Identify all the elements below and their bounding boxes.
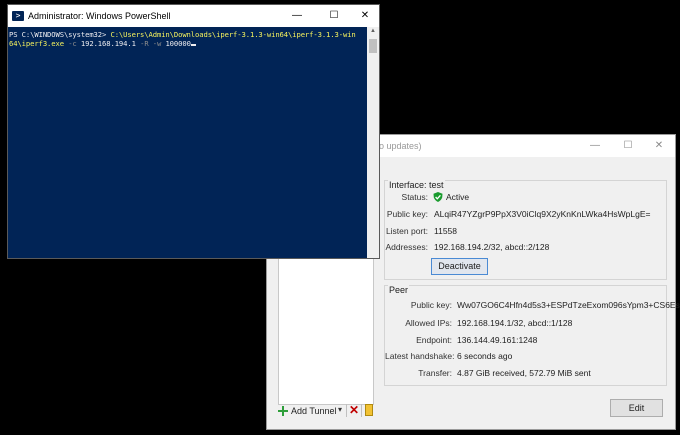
tunnel-list[interactable]: [278, 255, 374, 405]
edit-button[interactable]: Edit: [610, 399, 663, 417]
console-scrollbar[interactable]: ▲: [367, 27, 379, 258]
wireguard-title: no updates): [374, 141, 422, 151]
handshake-label: Latest handshake:: [385, 351, 455, 361]
status-label: Status:: [401, 192, 428, 202]
maximize-button[interactable]: ☐: [319, 7, 349, 25]
peer-group: Peer Public key: Ww07GO6C4Hfn4d5s3+ESPdT…: [384, 285, 680, 386]
addresses-label: Addresses:: [385, 242, 428, 252]
peer-group-title: Peer: [388, 285, 410, 295]
console-line: 64\iperf3.exe -c 192.168.194.1 -R -w 100…: [9, 39, 196, 48]
peer-public-key-label: Public key:: [410, 300, 452, 310]
endpoint-label: Endpoint:: [416, 335, 452, 345]
add-tunnel-button[interactable]: Add Tunnel: [278, 404, 337, 418]
scroll-up-icon[interactable]: ▲: [369, 28, 377, 34]
maximize-button[interactable]: ☐: [613, 137, 643, 155]
close-button[interactable]: ✕: [644, 137, 674, 155]
add-tunnel-icon: [278, 406, 288, 416]
endpoint-value: 136.144.49.161:1248: [457, 335, 538, 345]
interface-group: Interface: test Status: Active Public ke…: [384, 180, 667, 280]
addresses-value: 192.168.194.2/32, abcd::2/128: [434, 242, 550, 252]
scrollbar-thumb[interactable]: [369, 39, 377, 53]
minimize-button[interactable]: —: [580, 137, 610, 155]
transfer-value: 4.87 GiB received, 572.79 MiB sent: [457, 368, 591, 378]
powershell-console[interactable]: PS C:\WINDOWS\system32> C:\Users\Admin\D…: [8, 27, 368, 258]
console-line: PS C:\WINDOWS\system32> C:\Users\Admin\D…: [9, 30, 356, 39]
toolbar-separator: [346, 404, 347, 417]
interface-public-key-value: ALqiR47YZgrP9PpX3V0iClq9X2yKnKnLWka4HsWp…: [434, 209, 651, 219]
deactivate-button[interactable]: Deactivate: [431, 258, 488, 275]
console-flag: -R -w: [135, 39, 166, 48]
console-prompt: PS C:\WINDOWS\system32>: [9, 30, 111, 39]
powershell-title: Administrator: Windows PowerShell: [28, 11, 171, 21]
powershell-window: > Administrator: Windows PowerShell — ☐ …: [7, 4, 380, 259]
console-argument: 100000: [165, 39, 191, 48]
listen-port-label: Listen port:: [385, 226, 428, 236]
powershell-title-bar: > Administrator: Windows PowerShell — ☐ …: [8, 5, 379, 27]
delete-tunnel-icon[interactable]: ✕: [349, 403, 359, 417]
transfer-label: Transfer:: [418, 368, 452, 378]
export-tunnels-icon[interactable]: [365, 404, 373, 416]
status-value: Active: [446, 192, 470, 202]
console-command: C:\Users\Admin\Downloads\iperf-3.1.3-win…: [110, 30, 356, 39]
tunnel-toolbar: Add Tunnel ▾ ✕: [277, 402, 377, 420]
handshake-value: 6 seconds ago: [457, 351, 513, 361]
add-tunnel-dropdown-icon[interactable]: ▾: [338, 405, 342, 414]
close-button[interactable]: ✕: [350, 7, 380, 25]
console-command-cont: 64\iperf3.exe: [9, 39, 64, 48]
console-flag: -c: [63, 39, 81, 48]
console-argument: 192.168.194.1: [80, 39, 136, 48]
text-cursor: [190, 44, 196, 46]
add-tunnel-label: Add Tunnel: [291, 406, 337, 416]
minimize-button[interactable]: —: [282, 7, 312, 25]
toolbar-separator: [361, 404, 362, 417]
powershell-icon: >: [12, 11, 24, 21]
peer-public-key-value: Ww07GO6C4Hfn4d5s3+ESPdTzeExom096sYpm3+CS…: [457, 300, 680, 310]
interface-public-key-label: Public key:: [386, 209, 428, 219]
allowed-ips-value: 192.168.194.1/32, abcd::1/128: [457, 318, 573, 328]
allowed-ips-label: Allowed IPs:: [405, 318, 452, 328]
listen-port-value: 11558: [434, 226, 458, 236]
active-status-icon: [433, 192, 443, 202]
interface-group-title: Interface: test: [388, 180, 445, 190]
